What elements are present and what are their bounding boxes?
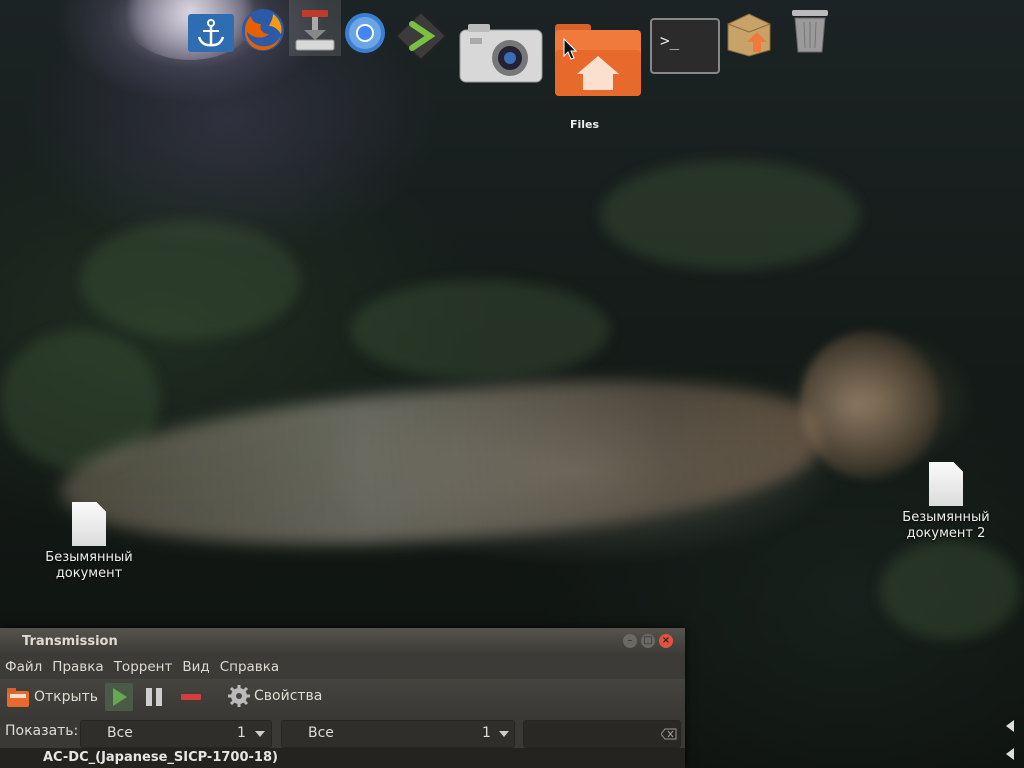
- menu-bar: Файл Правка Торрент Вид Справка: [0, 655, 685, 679]
- launcher-icon[interactable]: [392, 8, 450, 64]
- close-button[interactable]: ×: [659, 634, 673, 648]
- desktop-file-label: Безымянный документ 2: [902, 510, 990, 541]
- properties-label: Свойства: [254, 688, 323, 704]
- toolbar: Открыть Свойства: [0, 679, 685, 715]
- wallpaper-face: [800, 330, 940, 480]
- menu-view[interactable]: Вид: [177, 659, 214, 675]
- open-folder-icon: [7, 688, 29, 707]
- activity-filter-value: Все: [107, 725, 133, 741]
- tracker-filter-value: Все: [308, 725, 334, 741]
- activity-filter-count: 1: [237, 725, 246, 741]
- svg-text:>_: >_: [660, 31, 680, 50]
- chevron-down-icon: [499, 731, 509, 737]
- menu-file[interactable]: Файл: [0, 659, 47, 675]
- tracker-filter-combo[interactable]: Все 1: [281, 720, 515, 748]
- open-button[interactable]: Открыть: [6, 685, 98, 709]
- document-icon: [72, 502, 106, 546]
- remove-icon: [181, 694, 201, 700]
- search-input[interactable]: [523, 720, 681, 748]
- mouse-cursor-icon: [563, 37, 578, 64]
- pause-button[interactable]: [142, 683, 168, 711]
- chromium-icon[interactable]: [342, 10, 388, 56]
- desktop-file-1[interactable]: Безымянный документ: [34, 502, 144, 582]
- torrent-row[interactable]: AC-DC_(Japanese_SICP-1700-18): [0, 748, 685, 768]
- menu-edit[interactable]: Правка: [47, 659, 108, 675]
- transmission-window: Transmission – □ × Файл Правка Торрент В…: [0, 628, 685, 768]
- gear-icon: [228, 685, 250, 707]
- activity-filter-combo[interactable]: Все 1: [80, 720, 272, 748]
- desktop-file-2[interactable]: Безымянный документ 2: [891, 462, 1001, 542]
- package-installer-icon[interactable]: [724, 10, 774, 58]
- camera-icon[interactable]: [458, 22, 544, 84]
- play-icon: [113, 688, 127, 706]
- open-label: Открыть: [34, 689, 98, 705]
- trash-icon[interactable]: [788, 6, 832, 54]
- menu-torrent[interactable]: Торрент: [109, 659, 178, 675]
- dock-tooltip: Files: [570, 118, 600, 131]
- pause-icon: [146, 688, 162, 706]
- anchor-icon[interactable]: [188, 14, 234, 52]
- transmission-icon[interactable]: [292, 6, 338, 54]
- filter-bar: Показать: Все 1 Все 1: [0, 715, 685, 749]
- minimize-button[interactable]: –: [623, 634, 637, 648]
- chevron-down-icon: [255, 731, 265, 737]
- tracker-filter-count: 1: [482, 725, 491, 741]
- menu-help[interactable]: Справка: [215, 659, 284, 675]
- title-bar[interactable]: Transmission – □ ×: [0, 628, 685, 655]
- clear-search-icon[interactable]: [661, 728, 677, 740]
- window-title: Transmission: [22, 634, 118, 649]
- maximize-button[interactable]: □: [641, 634, 655, 648]
- firefox-icon[interactable]: [239, 6, 287, 54]
- scroll-right-arrow-icon[interactable]: [1006, 720, 1014, 732]
- scroll-left-arrow-icon[interactable]: [1006, 748, 1014, 760]
- properties-button[interactable]: Свойства: [228, 685, 322, 707]
- desktop-file-label: Безымянный документ: [45, 550, 133, 581]
- start-button[interactable]: [105, 683, 133, 711]
- wallpaper-figure: [55, 363, 825, 567]
- terminal-icon[interactable]: >_: [650, 18, 720, 74]
- remove-button[interactable]: [178, 683, 204, 711]
- document-icon: [929, 462, 963, 506]
- torrent-name: AC-DC_(Japanese_SICP-1700-18): [43, 750, 278, 765]
- show-label: Показать:: [5, 723, 79, 739]
